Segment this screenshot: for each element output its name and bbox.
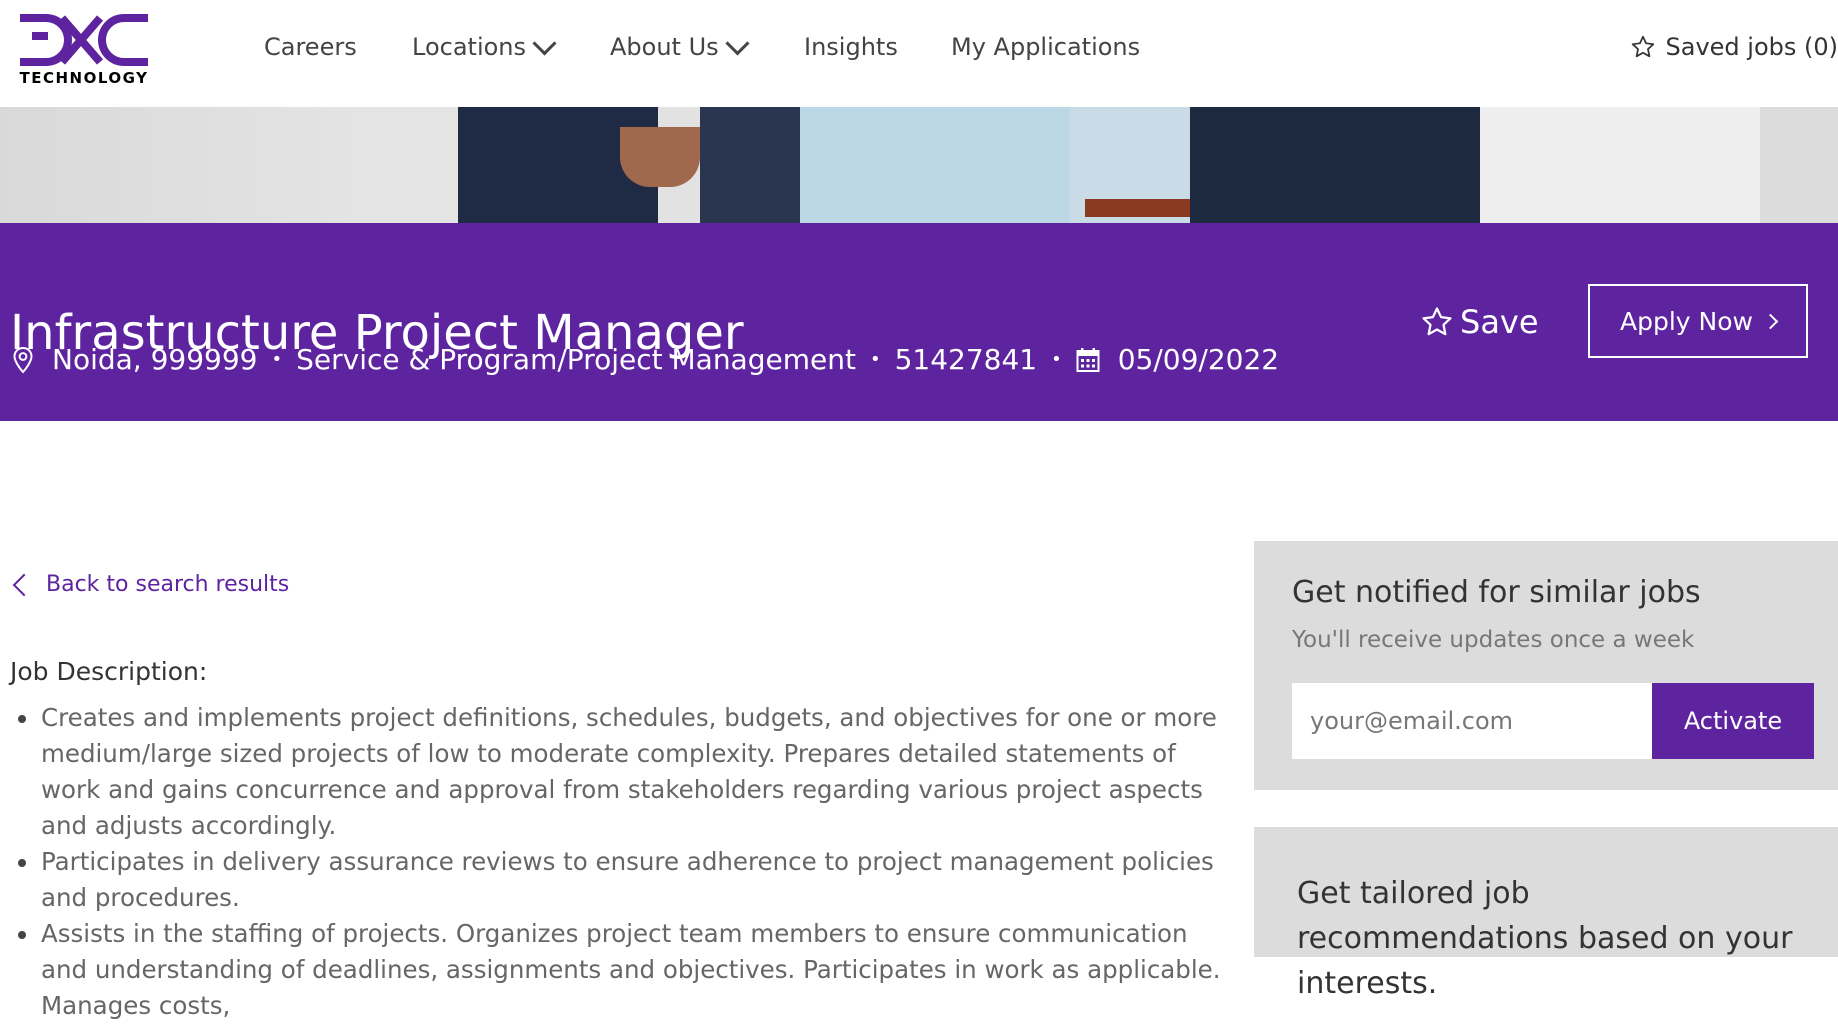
save-job-button[interactable]: Save [1420, 303, 1539, 341]
star-outline-icon [1420, 305, 1454, 339]
person-shirt-figure [1480, 107, 1760, 223]
chevron-left-icon [13, 573, 36, 596]
site-header: TECHNOLOGY Careers Locations About Us In… [0, 0, 1838, 107]
nav-insights[interactable]: Insights [804, 33, 898, 61]
job-location: Noida, 999999 [52, 343, 257, 376]
job-alert-heading: Get notified for similar jobs [1292, 575, 1701, 610]
nav-applications-label: My Applications [951, 33, 1140, 61]
chevron-right-icon [1763, 313, 1779, 329]
saved-jobs-label: Saved jobs (0) [1666, 33, 1838, 61]
separator-dot: • [870, 349, 881, 370]
apply-label: Apply Now [1620, 307, 1753, 336]
activate-button[interactable]: Activate [1652, 683, 1814, 759]
nav-careers[interactable]: Careers [264, 33, 357, 61]
nav-my-applications[interactable]: My Applications [951, 33, 1140, 61]
nav-about-label: About Us [610, 33, 719, 61]
list-item: Participates in delivery assurance revie… [10, 844, 1235, 916]
hand-figure [620, 127, 700, 187]
job-alert-panel: Get notified for similar jobs You'll rec… [1254, 541, 1838, 790]
job-description-list: Creates and implements project definitio… [10, 700, 1235, 1024]
recommendations-panel: Get tailored job recommendations based o… [1254, 827, 1838, 957]
list-item: Creates and implements project definitio… [10, 700, 1235, 844]
star-outline-icon [1630, 34, 1656, 60]
nav-careers-label: Careers [264, 33, 357, 61]
job-alert-subheading: You'll receive updates once a week [1292, 627, 1694, 653]
person-shirt-figure [800, 107, 1080, 223]
chevron-down-icon [725, 31, 749, 55]
separator-dot: • [271, 349, 282, 370]
job-meta: Noida, 999999 • Service & Program/Projec… [12, 343, 1279, 376]
nav-insights-label: Insights [804, 33, 898, 61]
hero-image [0, 107, 1838, 223]
back-label: Back to search results [46, 572, 289, 597]
apply-now-button[interactable]: Apply Now [1588, 284, 1808, 358]
email-input[interactable]: your@email.com [1292, 683, 1652, 759]
saved-jobs-link[interactable]: Saved jobs (0) [1630, 33, 1838, 61]
job-id: 51427841 [895, 343, 1038, 376]
belt-figure [1085, 199, 1195, 217]
save-label: Save [1460, 303, 1539, 341]
list-item: Assists in the staffing of projects. Org… [10, 916, 1235, 1024]
nav-locations[interactable]: Locations [412, 33, 553, 61]
job-banner: Infrastructure Project Manager Noida, 99… [0, 223, 1838, 421]
job-category: Service & Program/Project Management [296, 343, 856, 376]
location-pin-icon [12, 346, 34, 374]
job-description-heading: Job Description: [10, 657, 207, 686]
back-to-results-link[interactable]: Back to search results [16, 572, 289, 597]
calendar-icon [1076, 347, 1100, 373]
chevron-down-icon [532, 31, 556, 55]
recommendations-heading: Get tailored job recommendations based o… [1297, 871, 1807, 1006]
logo-subtitle: TECHNOLOGY [18, 69, 150, 87]
dxc-logo[interactable]: TECHNOLOGY [18, 14, 150, 86]
person-suit-figure [1190, 107, 1480, 223]
nav-locations-label: Locations [412, 33, 526, 61]
nav-about-us[interactable]: About Us [610, 33, 746, 61]
job-date: 05/09/2022 [1118, 343, 1279, 376]
separator-dot: • [1051, 349, 1062, 370]
